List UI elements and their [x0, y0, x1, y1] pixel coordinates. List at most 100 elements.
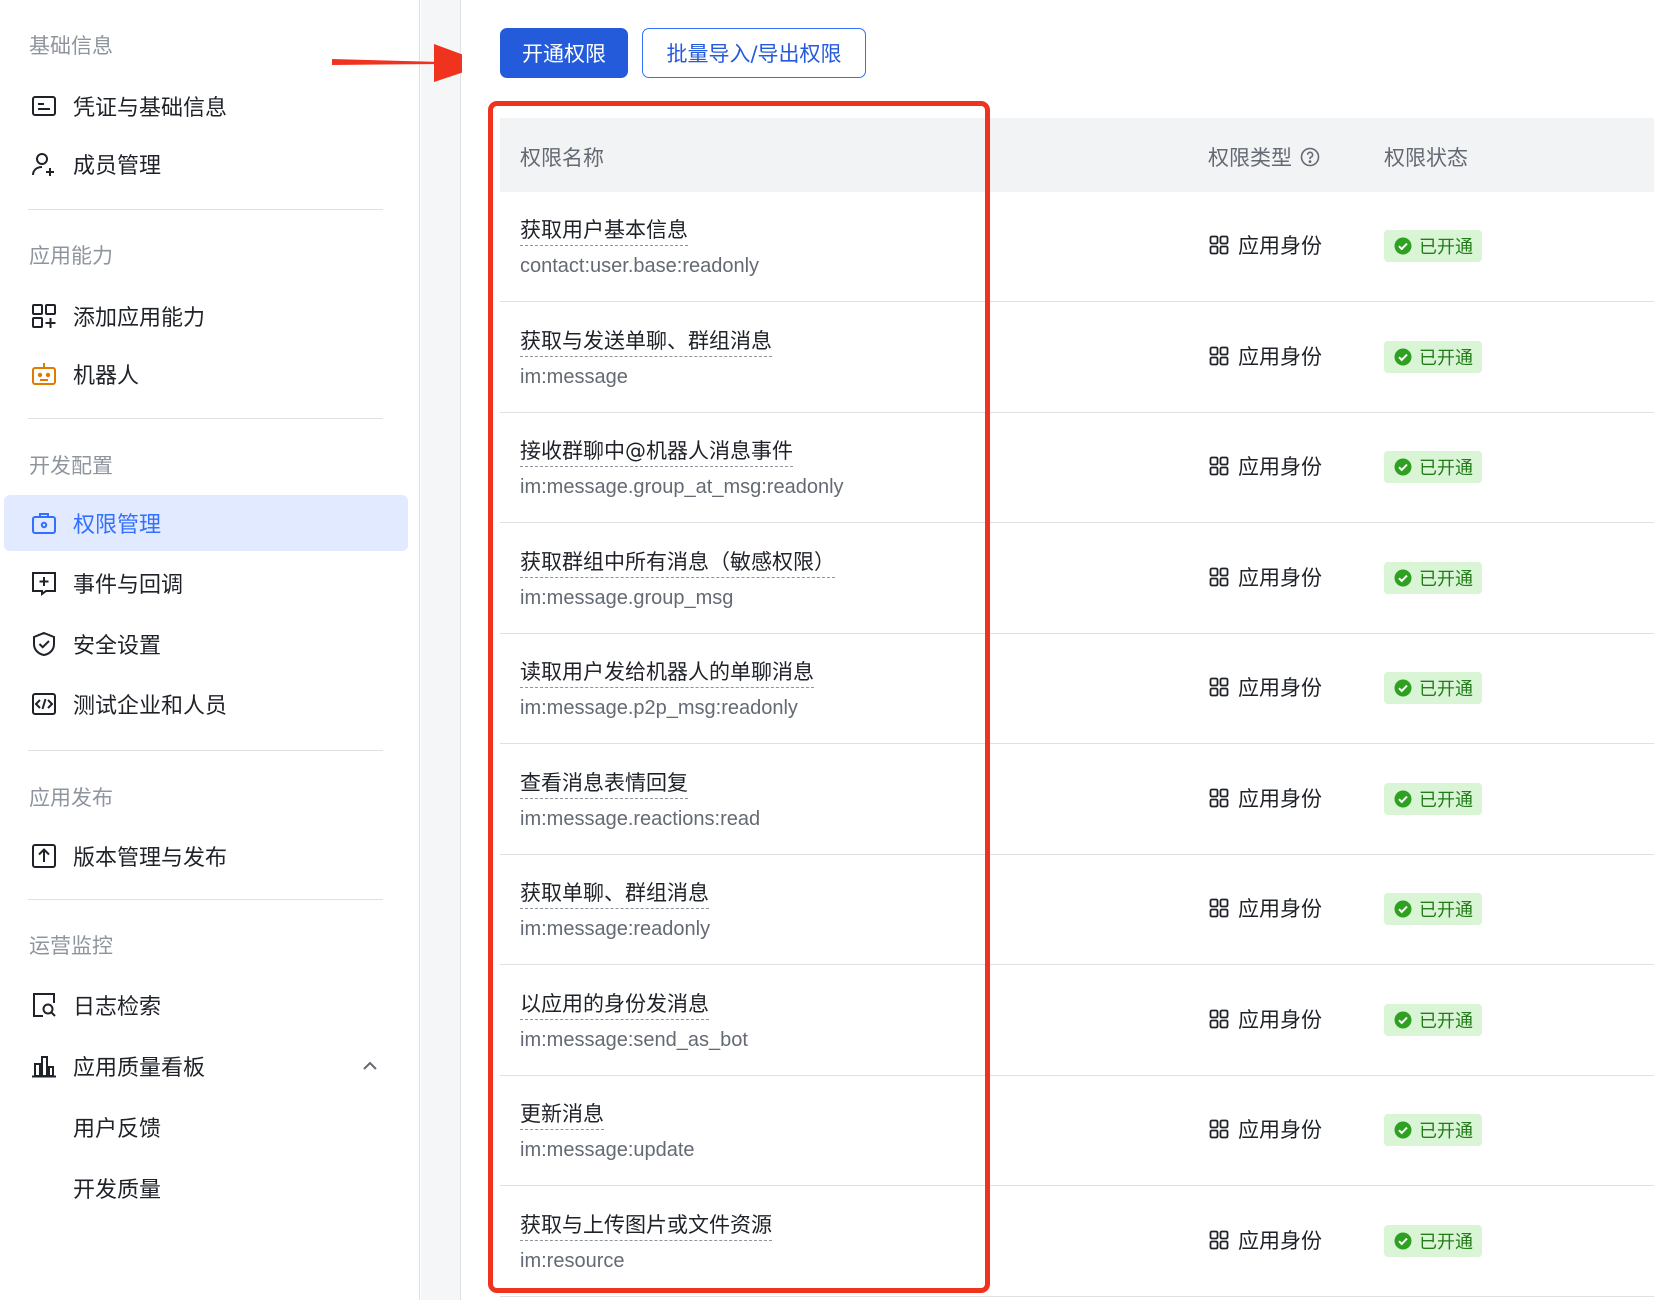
- table-row[interactable]: 获取与发送单聊、群组消息 im:message 应用身份 已开通: [500, 303, 1654, 413]
- permission-scope: im:message.p2p_msg:readonly: [520, 697, 798, 719]
- sidebar-item-log-search[interactable]: 日志检索: [4, 977, 408, 1033]
- permission-bag-icon: [30, 509, 58, 537]
- status-badge: 已开通: [1384, 561, 1482, 594]
- permission-type: 应用身份: [1208, 1114, 1322, 1144]
- status-badge: 已开通: [1384, 451, 1482, 483]
- table-row[interactable]: 获取与上传图片或文件资源 im:resource 应用身份 已开通: [500, 1187, 1654, 1297]
- sidebar-subitem-user-feedback[interactable]: 用户反馈: [4, 1097, 408, 1153]
- enable-permission-button[interactable]: 开通权限: [500, 28, 628, 78]
- sidebar-item-security[interactable]: 安全设置: [4, 616, 408, 672]
- table-row[interactable]: 接收群聊中@机器人消息事件 im:message.group_at_msg:rea…: [500, 413, 1654, 523]
- permission-scope: im:message: [520, 365, 628, 388]
- sidebar-item-quality-dashboard[interactable]: 应用质量看板: [4, 1038, 408, 1094]
- status-badge: 已开通: [1384, 340, 1482, 373]
- log-search-icon: [30, 991, 58, 1019]
- sidebar-item-events[interactable]: 事件与回调: [4, 555, 408, 611]
- app-grid-icon: [1209, 1119, 1229, 1139]
- permission-type-label: 应用身份: [1238, 455, 1322, 479]
- app-grid-icon: [1209, 898, 1229, 918]
- permission-name[interactable]: 获取单聊、群组消息: [520, 879, 709, 909]
- table-row[interactable]: 获取群组中所有消息（敏感权限） im:message.group_msg 应用身份 已…: [500, 524, 1654, 634]
- permission-scope: im:message:readonly: [520, 918, 711, 940]
- shield-check-icon: [30, 630, 58, 658]
- status-badge: 已开通: [1384, 1003, 1482, 1036]
- permission-type: 应用身份: [1208, 341, 1322, 371]
- permission-scope: contact:user.base:readonly: [520, 255, 760, 277]
- permission-name[interactable]: 获取用户基本信息: [520, 216, 688, 246]
- check-circle-icon: [1394, 348, 1412, 365]
- permission-name[interactable]: 获取与上传图片或文件资源: [520, 1211, 772, 1241]
- sidebar-item-robot[interactable]: 机器人: [4, 346, 408, 402]
- permission-type-label: 应用身份: [1238, 676, 1322, 700]
- status-badge: 已开通: [1384, 1224, 1482, 1257]
- sidebar-item-label: 凭证与基础信息: [73, 96, 228, 121]
- column-header-name: 权限名称: [520, 146, 604, 170]
- permission-type: 应用身份: [1208, 783, 1322, 813]
- table-row[interactable]: 查看消息表情回复 im:message.reactions:read 应用身份 已开通: [500, 745, 1654, 855]
- check-circle-icon: [1394, 458, 1412, 476]
- permission-type: 应用身份: [1208, 893, 1322, 923]
- code-brackets-icon: [30, 690, 58, 718]
- permission-type: 应用身份: [1208, 1004, 1322, 1034]
- status-badge-label: 已开通: [1419, 458, 1473, 479]
- section-title-app-capability: 应用能力: [29, 244, 113, 268]
- check-circle-icon: [1394, 1232, 1412, 1249]
- permission-type-label: 应用身份: [1238, 1118, 1322, 1142]
- app-grid-icon: [1209, 1230, 1229, 1249]
- permission-name[interactable]: 以应用的身份发消息: [520, 990, 709, 1020]
- sidebar-item-test-enterprise[interactable]: 测试企业和人员: [4, 676, 408, 732]
- robot-icon: [30, 360, 58, 388]
- permission-type-label: 应用身份: [1238, 565, 1322, 590]
- sidebar-item-permissions[interactable]: 权限管理: [4, 495, 408, 551]
- sidebar-subitem-dev-quality[interactable]: 开发质量: [4, 1158, 408, 1214]
- sidebar-item-members[interactable]: 成员管理: [4, 136, 408, 192]
- help-circle-icon[interactable]: [1300, 147, 1320, 167]
- sidebar-item-label: 安全设置: [73, 634, 162, 659]
- app-grid-icon: [1209, 456, 1229, 476]
- permission-name[interactable]: 接收群聊中@机器人消息事件: [520, 437, 793, 467]
- check-circle-icon: [1394, 679, 1412, 697]
- table-row[interactable]: 更新消息 im:message:update 应用身份 已开通: [500, 1076, 1654, 1186]
- sidebar-item-label: 日志检索: [73, 995, 162, 1020]
- permission-name[interactable]: 读取用户发给机器人的单聊消息: [520, 658, 814, 688]
- table-row[interactable]: 以应用的身份发消息 im:message:send_as_bot 应用身份 已开通: [500, 966, 1654, 1076]
- chevron-up-icon[interactable]: [360, 1056, 380, 1076]
- check-circle-icon: [1394, 237, 1412, 255]
- section-title-basic-info: 基础信息: [29, 34, 113, 58]
- permission-type: 应用身份: [1208, 1225, 1322, 1255]
- table-header: 权限名称 权限类型 权限状态: [500, 118, 1654, 192]
- batch-import-export-button[interactable]: 批量导入/导出权限: [642, 28, 866, 78]
- table-row[interactable]: 获取用户基本信息 contact:user.base:readonly 应用身份 已开…: [500, 192, 1654, 302]
- divider: [28, 750, 383, 751]
- check-circle-icon: [1394, 900, 1412, 918]
- permission-scope: im:message.group_msg: [520, 586, 734, 609]
- permission-name[interactable]: 查看消息表情回复: [520, 769, 688, 799]
- column-header-type: 权限类型: [1208, 142, 1320, 172]
- sidebar-item-add-capability[interactable]: 添加应用能力: [4, 288, 408, 344]
- content-gutter: [421, 0, 461, 1300]
- permission-scope: im:message:send_as_bot: [520, 1028, 748, 1051]
- section-title-app-publish: 应用发布: [29, 786, 113, 810]
- permission-name[interactable]: 获取群组中所有消息（敏感权限）: [520, 548, 835, 578]
- permission-name[interactable]: 获取与发送单聊、群组消息: [520, 327, 772, 357]
- app-grid-icon: [1209, 567, 1229, 586]
- table-row[interactable]: 获取单聊、群组消息 im:message:readonly 应用身份 已开通: [500, 855, 1654, 965]
- user-add-icon: [30, 150, 58, 178]
- permission-name[interactable]: 更新消息: [520, 1100, 604, 1130]
- check-circle-icon: [1394, 1011, 1412, 1028]
- divider: [28, 418, 383, 419]
- table-row[interactable]: 读取用户发给机器人的单聊消息 im:message.p2p_msg:readonl…: [500, 634, 1654, 744]
- permission-scope: im:message:update: [520, 1139, 695, 1161]
- divider: [28, 899, 383, 900]
- sidebar-item-label: 成员管理: [73, 154, 162, 179]
- status-badge: 已开通: [1384, 230, 1482, 262]
- permission-scope: im:message.group_at_msg:readonly: [520, 476, 844, 498]
- sidebar-item-credentials[interactable]: 凭证与基础信息: [4, 78, 408, 134]
- sidebar-item-label: 事件与回调: [73, 573, 184, 598]
- check-circle-icon: [1394, 790, 1412, 807]
- section-title-ops-monitor: 运营监控: [29, 934, 113, 958]
- grid-add-icon: [30, 302, 58, 330]
- permission-scope: im:message.reactions:read: [520, 807, 761, 830]
- sidebar-item-versions[interactable]: 版本管理与发布: [4, 828, 408, 884]
- sidebar-item-label: 权限管理: [73, 513, 162, 538]
